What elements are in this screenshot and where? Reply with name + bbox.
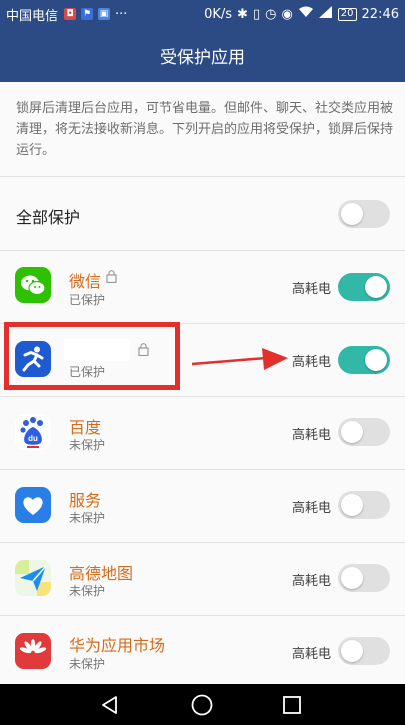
power-label: 高耗电 xyxy=(292,501,332,516)
page-title: 受保护应用 xyxy=(0,28,405,82)
app-toggle-sport[interactable] xyxy=(338,346,390,374)
navigation-bar xyxy=(0,684,405,725)
protect-all-label: 全部保护 xyxy=(16,208,81,227)
notification-icon: ◘ xyxy=(64,8,77,20)
app-name: 服务 xyxy=(69,491,102,510)
app-toggle-services[interactable] xyxy=(338,491,390,519)
wechat-icon xyxy=(15,267,51,303)
amap-icon xyxy=(15,560,51,596)
app-status: 未保护 xyxy=(69,657,106,671)
app-status: 未保护 xyxy=(69,438,106,452)
home-icon[interactable] xyxy=(191,694,213,716)
description-text: 锁屏后清理后台应用，可节省电量。但邮件、聊天、社交类应用被清理，将无法接收新消息… xyxy=(16,101,394,158)
app-status: 已保护 xyxy=(69,293,106,307)
huawei-icon xyxy=(15,633,51,669)
app-name: 微信 xyxy=(69,272,102,291)
carrier-label: 中国电信 xyxy=(6,8,59,24)
network-speed: 0K/s xyxy=(204,6,233,22)
app-name: 百度 xyxy=(69,418,102,437)
wifi-icon xyxy=(298,6,314,22)
app-toggle-amap[interactable] xyxy=(338,564,390,592)
baidu-icon: du xyxy=(15,414,51,450)
annotation-arrow-icon xyxy=(191,348,288,370)
bluetooth-icon: ✱ xyxy=(237,6,248,22)
battery-icon: 20 xyxy=(337,7,357,21)
app-name: 华为应用市场 xyxy=(69,636,166,655)
app-status: 未保护 xyxy=(69,584,106,598)
status-bar: 中国电信 ◘ ⚑ ▣ ··· 0K/s ✱ ▯ ◷ ◉ 20 22:46 xyxy=(0,0,405,28)
signal-icon xyxy=(318,6,333,22)
heart-icon xyxy=(15,487,51,523)
app-toggle-appgallery[interactable] xyxy=(338,637,390,665)
app-toggle-baidu[interactable] xyxy=(338,418,390,446)
eye-icon: ◉ xyxy=(281,6,293,22)
power-label: 高耗电 xyxy=(292,574,332,589)
sport-notification-icon: ⚑ xyxy=(81,8,94,20)
lock-icon xyxy=(106,270,117,283)
gallery-notification-icon: ▣ xyxy=(98,8,111,20)
app-toggle-wechat[interactable] xyxy=(338,273,390,301)
power-label: 高耗电 xyxy=(292,428,332,443)
alarm-icon: ◷ xyxy=(265,6,277,22)
protect-all-toggle[interactable] xyxy=(338,200,390,228)
more-notifications-icon: ··· xyxy=(115,6,128,22)
vibrate-icon: ▯ xyxy=(252,6,261,22)
power-label: 高耗电 xyxy=(292,647,332,662)
clock: 22:46 xyxy=(361,6,399,22)
svg-text:du: du xyxy=(28,434,38,443)
app-status: 未保护 xyxy=(69,511,106,525)
app-name: 高德地图 xyxy=(69,564,134,583)
recent-apps-icon[interactable] xyxy=(282,695,302,715)
back-icon[interactable] xyxy=(100,695,120,715)
annotation-highlight-box xyxy=(4,322,180,390)
power-label: 高耗电 xyxy=(292,355,332,370)
power-label: 高耗电 xyxy=(292,282,332,297)
